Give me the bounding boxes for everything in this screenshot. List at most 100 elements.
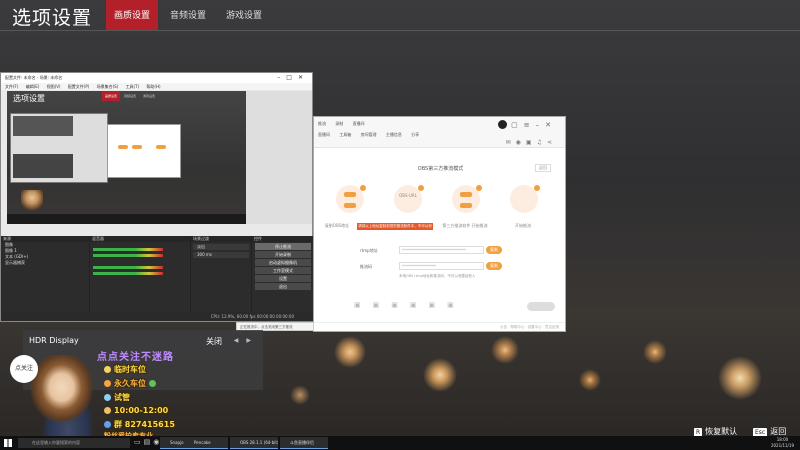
virtual-camera-button[interactable]: 启动虚拟摄像机: [255, 259, 311, 266]
transition-duration[interactable]: 300 ms: [193, 252, 249, 258]
preview-tab: 游戏设置: [142, 94, 155, 98]
copy-button[interactable]: [460, 192, 472, 197]
transitions-dock: 场景过渡 淡出 300 ms: [191, 236, 252, 314]
close-icon[interactable]: ✕: [545, 121, 557, 129]
start-recording-button[interactable]: 开始录制: [255, 251, 311, 258]
folder-icon[interactable]: ▤: [144, 438, 154, 446]
feature-icons: ▣▣▣▣▣▣: [354, 301, 466, 309]
obs-menubar: 文件(F) 编辑(E) 视图(V) 配置文件(P) 场景集合(S) 工具(T) …: [1, 83, 312, 90]
preview-orange-button: [156, 145, 166, 149]
transition-select[interactable]: 淡出: [193, 244, 249, 250]
tab-audio-settings[interactable]: 音频设置: [162, 0, 214, 30]
exit-button[interactable]: 退出: [255, 283, 311, 290]
taskbar-clock[interactable]: 18:00 2021/11/19: [771, 437, 794, 449]
close-icon[interactable]: ✕: [298, 74, 309, 81]
back-button[interactable]: 返回: [535, 164, 551, 172]
header-tab[interactable]: 推流: [318, 121, 326, 126]
more-icon[interactable]: ▣: [447, 301, 466, 309]
menu-view[interactable]: 视图(V): [47, 84, 61, 89]
menu-icon[interactable]: ≡: [524, 121, 536, 129]
menu-edit[interactable]: 编辑(E): [26, 84, 40, 89]
obs-preview[interactable]: 选项设置 画质设置 音频设置 游戏设置: [7, 91, 246, 224]
tab-game-settings[interactable]: 游戏设置: [218, 0, 270, 30]
header-tab[interactable]: 主播信息: [386, 132, 402, 137]
warning-notice: 请将以上地址复制到您的推流软件中，不可以泄露给他人: [357, 223, 433, 235]
minimize-icon[interactable]: –: [277, 74, 286, 81]
taskbar-app[interactable]: Pencake: [184, 437, 228, 449]
audio-meter: [93, 266, 163, 269]
copy-button[interactable]: [344, 192, 356, 197]
copy-button[interactable]: [344, 203, 356, 208]
menu-tools[interactable]: 工具(T): [126, 84, 140, 89]
overlay-line-text: 临时车位: [114, 365, 146, 374]
avatar[interactable]: [498, 120, 507, 129]
header-tab[interactable]: 分享: [411, 132, 419, 137]
menu-profile[interactable]: 配置文件(P): [68, 84, 90, 89]
menu-scene-collection[interactable]: 场景集合(S): [97, 84, 119, 89]
preview-orange-button: [132, 145, 142, 149]
divider: [0, 30, 800, 31]
obs-window[interactable]: 配置文件: 未命名 - 场景: 未命名 –□✕ 文件(F) 编辑(E) 视图(V…: [0, 72, 314, 322]
copy-rtmp-button[interactable]: 复制: [486, 246, 502, 254]
image-icon[interactable]: ▣: [391, 301, 410, 309]
stream-assistant-window[interactable]: 推流 录制 直播间 直播间 工具箱 房间管理 主播信息 分享 ▢≡–✕ ✉◉▣♫…: [236, 116, 566, 332]
header-tab[interactable]: 直播间: [318, 132, 330, 137]
field-hint: 本地OBS rtmp地址和推流码，不可以泄露给他人: [399, 274, 476, 278]
gift-icon[interactable]: ✉: [506, 139, 516, 146]
step-circle: [452, 185, 482, 213]
clock-icon: [104, 407, 111, 414]
taskbar-app[interactable]: 斗鱼直播伴侣: [280, 437, 328, 449]
preview-tab: 画质设置: [102, 91, 121, 101]
preview-tab: 音频设置: [123, 94, 136, 98]
start-live-button[interactable]: [527, 302, 555, 311]
step-label: 复制OBS地址: [324, 223, 350, 228]
menu-help[interactable]: 帮助(H): [146, 84, 160, 89]
windows-start-icon[interactable]: [4, 439, 12, 447]
header-tab[interactable]: 直播间: [353, 121, 365, 126]
settings-button[interactable]: 设置: [255, 275, 311, 282]
chevron-right-icon[interactable]: ▶: [246, 337, 259, 344]
taskbar-app[interactable]: OBS 28.1.1 (64-bit)...: [230, 437, 278, 449]
share-icon[interactable]: ⋖: [547, 139, 557, 146]
obs-titlebar[interactable]: 配置文件: 未命名 - 场景: 未命名 –□✕: [1, 73, 312, 83]
stream-key-field[interactable]: *****************: [399, 262, 484, 270]
source-item[interactable]: 显示器捕获: [1, 260, 89, 266]
window-icon[interactable]: ▣: [429, 301, 448, 309]
skin-icon[interactable]: ▢: [511, 121, 524, 129]
tab-video-settings[interactable]: 画质设置: [106, 0, 159, 30]
footer-links: 公告 · 帮助中心 · 设置中心 · 意见反馈: [314, 322, 565, 331]
top-bar: 选项设置 画质设置 音频设置 游戏设置: [0, 0, 800, 30]
overlay-line-text: 永久车位: [114, 379, 146, 388]
maximize-icon[interactable]: □: [286, 74, 298, 81]
minimize-icon[interactable]: –: [536, 121, 546, 129]
step-label: 开始推流: [515, 223, 531, 228]
overlay-line: 10:00-12:00: [104, 406, 168, 415]
taskbar-search[interactable]: 在这里输入你要搜索的内容: [18, 438, 130, 448]
controls-dock: 控件 停止推流 开始录制 启动虚拟摄像机 工作室模式 设置 退出: [252, 236, 314, 314]
text-icon[interactable]: ▣: [410, 301, 429, 309]
studio-mode-button[interactable]: 工作室模式: [255, 267, 311, 274]
copy-button[interactable]: [460, 203, 472, 208]
hdr-display-value[interactable]: 关闭: [206, 336, 222, 347]
mail-icon[interactable]: ▣: [526, 139, 537, 146]
task-view-icon[interactable]: ▭: [134, 438, 144, 446]
copy-stream-key-button[interactable]: 复制: [486, 262, 502, 270]
stop-streaming-button[interactable]: 停止推流: [255, 243, 311, 250]
music-icon[interactable]: ▣: [373, 301, 392, 309]
header-tab[interactable]: 工具箱: [339, 132, 351, 137]
menu-file[interactable]: 文件(F): [5, 84, 18, 89]
windows-taskbar: 在这里输入你要搜索的内容 ▭▤◉ Snapjolt 10 - 1080... P…: [0, 436, 800, 450]
obs-preview-margin: [246, 91, 312, 224]
controls-header: 控件: [252, 236, 314, 242]
window-controls[interactable]: –□✕: [277, 73, 309, 83]
record-icon[interactable]: ◉: [516, 139, 526, 146]
chevron-left-icon[interactable]: ◀: [234, 337, 247, 344]
rtmp-address-field[interactable]: ********************************: [399, 246, 484, 254]
header-tab[interactable]: 房间管理: [361, 132, 377, 137]
header-tab[interactable]: 录制: [335, 121, 343, 126]
anime-character-overlay: [28, 355, 108, 440]
bell-icon[interactable]: ♫: [537, 139, 547, 146]
overlay-line: 试管: [104, 392, 130, 403]
follow-bubble: 点关注: [10, 355, 38, 383]
camera-icon[interactable]: ▣: [354, 301, 373, 309]
